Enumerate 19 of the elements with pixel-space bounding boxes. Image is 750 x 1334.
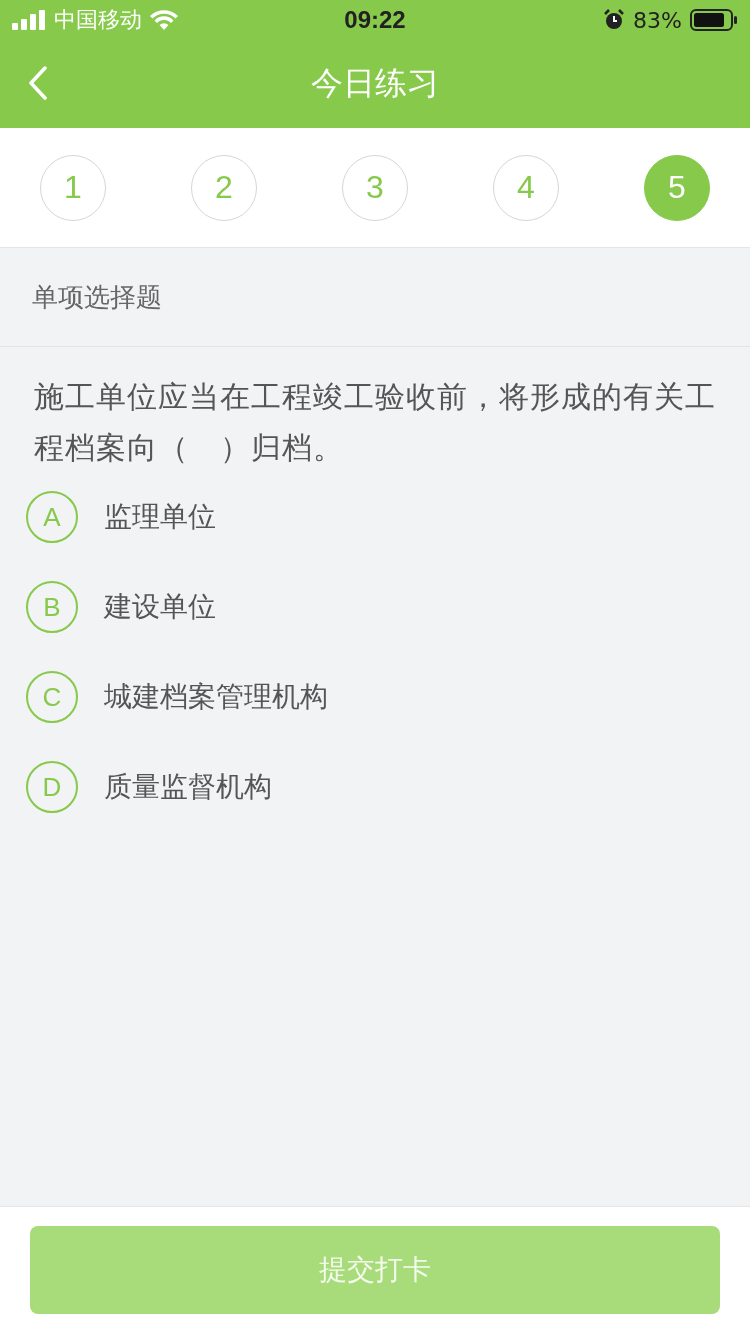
battery-icon: [690, 9, 738, 31]
question-text: 施工单位应当在工程竣工验收前，将形成的有关工程档案向（ ）归档。: [34, 378, 717, 467]
question-number-tab[interactable]: 4: [493, 154, 559, 221]
page-title: 今日练习: [311, 63, 439, 104]
battery-percent: 83%: [633, 7, 682, 33]
question-number-tab[interactable]: 3: [342, 154, 408, 221]
wifi-icon: [150, 10, 178, 30]
answer-option[interactable]: B 建设单位: [26, 581, 216, 633]
question-number-tab[interactable]: 1: [40, 154, 106, 221]
alarm-icon: [603, 9, 626, 31]
answer-option[interactable]: A 监理单位: [26, 491, 216, 543]
question-number-tab[interactable]: 5: [644, 154, 710, 221]
question-type-label: 单项选择题: [32, 280, 162, 314]
carrier-name: 中国移动: [54, 6, 142, 34]
answer-option[interactable]: C 城建档案管理机构: [26, 671, 328, 723]
question-number-tab[interactable]: 2: [191, 154, 257, 221]
signal-icon: [12, 10, 46, 30]
answer-option[interactable]: D 质量监督机构: [26, 761, 272, 813]
clock-time: 09:22: [344, 6, 406, 34]
